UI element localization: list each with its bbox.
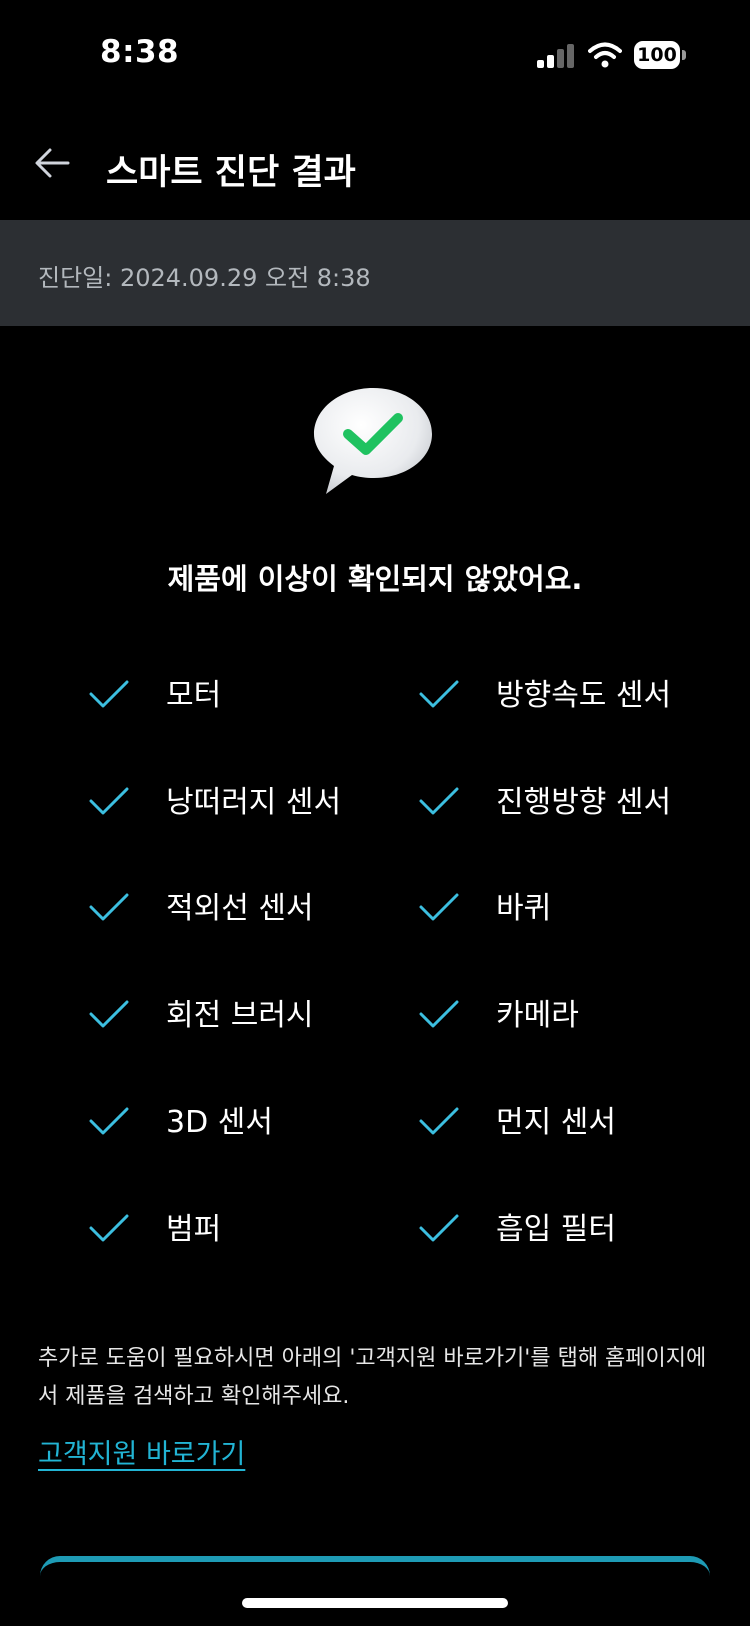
checkmark-icon — [419, 893, 459, 921]
customer-support-link[interactable]: 고객지원 바로가기 — [38, 1432, 245, 1471]
checkmark-icon — [89, 1000, 129, 1028]
check-label: 적외선 센서 — [166, 891, 314, 926]
check-label: 회전 브러시 — [166, 998, 314, 1033]
check-label: 3D 센서 — [166, 1105, 273, 1140]
help-text: 추가로 도움이 필요하시면 아래의 '고객지원 바로가기'를 탭해 홈페이지에서… — [38, 1346, 707, 1409]
check-label: 바퀴 — [496, 891, 552, 926]
checkmark-icon — [89, 1214, 129, 1242]
arrow-left-icon — [35, 148, 70, 178]
wifi-icon — [588, 42, 622, 68]
result-message: 제품에 이상이 확인되지 않았어요. — [167, 562, 583, 596]
diagnosis-date: 진단일: 2024.09.29 오전 8:38 — [38, 264, 371, 292]
checkmark-icon — [419, 1000, 459, 1028]
diagnosis-date-bar: 진단일: 2024.09.29 오전 8:38 — [0, 220, 750, 326]
checkmark-icon — [419, 1107, 459, 1135]
checkmark-icon — [419, 787, 459, 815]
battery-level: 100 — [634, 41, 680, 69]
speech-bubble-check-icon — [314, 388, 432, 494]
status-bar: 8:38 100 — [0, 0, 750, 110]
checkmark-icon — [89, 680, 129, 708]
check-label: 카메라 — [496, 998, 579, 1033]
checkmark-icon — [89, 893, 129, 921]
page-title: 스마트 진단 결과 — [106, 153, 356, 193]
checkmark-icon — [419, 680, 459, 708]
checkmark-icon — [89, 1107, 129, 1135]
battery-tip — [682, 50, 686, 60]
status-time: 8:38 — [100, 34, 180, 70]
check-label: 진행방향 센서 — [496, 785, 672, 820]
back-button[interactable] — [30, 140, 76, 186]
checkmark-icon — [419, 1214, 459, 1242]
check-label: 흡입 필터 — [496, 1212, 616, 1247]
cellular-signal-icon — [537, 44, 574, 68]
battery-icon: 100 — [634, 41, 686, 69]
check-label: 모터 — [166, 678, 222, 713]
bottom-button-edge[interactable] — [40, 1556, 710, 1602]
check-label: 낭떠러지 센서 — [166, 785, 342, 820]
header: 스마트 진단 결과 — [0, 110, 750, 220]
check-label: 방향속도 센서 — [496, 678, 672, 713]
checkmark-icon — [89, 787, 129, 815]
check-label: 범퍼 — [166, 1212, 222, 1247]
home-indicator[interactable] — [242, 1598, 508, 1608]
check-label: 먼지 센서 — [496, 1105, 616, 1140]
